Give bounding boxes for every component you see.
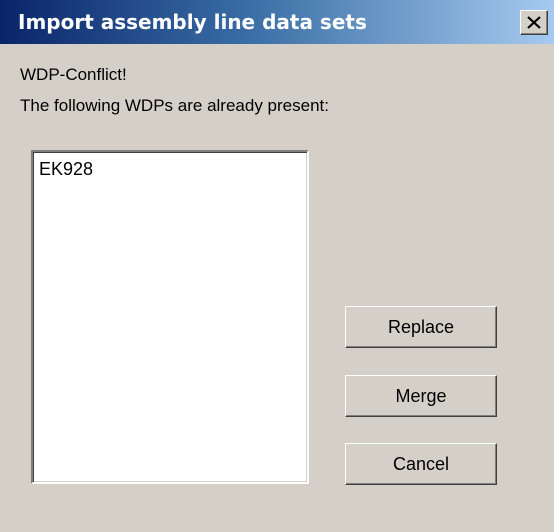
title-bar[interactable]: Import assembly line data sets bbox=[0, 0, 554, 44]
replace-button[interactable]: Replace bbox=[345, 306, 497, 348]
import-dialog: Import assembly line data sets WDP-Confl… bbox=[0, 0, 554, 532]
list-item[interactable]: EK928 bbox=[39, 158, 93, 180]
close-icon bbox=[527, 16, 541, 29]
merge-button[interactable]: Merge bbox=[345, 375, 497, 417]
conflict-heading: WDP-Conflict! bbox=[20, 65, 127, 84]
cancel-button[interactable]: Cancel bbox=[345, 443, 497, 485]
conflict-description: The following WDPs are already present: bbox=[20, 96, 329, 115]
close-button[interactable] bbox=[520, 10, 548, 35]
window-title: Import assembly line data sets bbox=[18, 10, 367, 34]
conflict-list[interactable]: EK928 bbox=[31, 150, 309, 484]
